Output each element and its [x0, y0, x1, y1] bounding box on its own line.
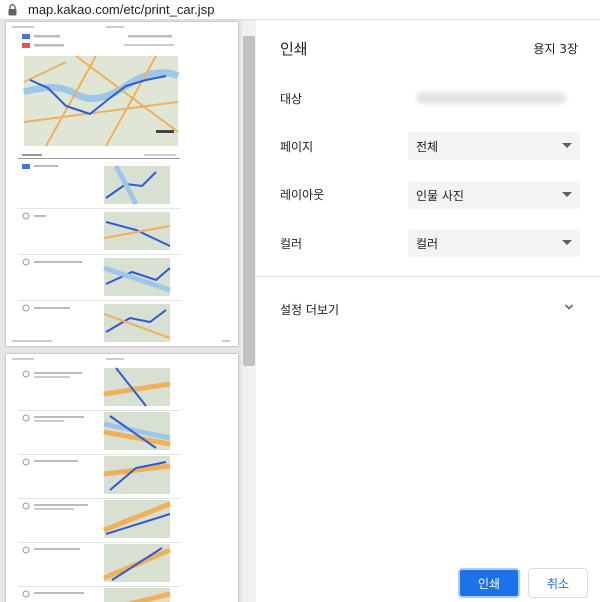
layout-label: 레이아웃 [280, 188, 325, 202]
more-settings-label[interactable]: 설정 더보기 [280, 301, 339, 318]
pages-value: 전체 [416, 140, 439, 154]
layout-select[interactable]: 인물 사진 [408, 181, 580, 209]
pages-select[interactable]: 전체 [408, 132, 580, 160]
cancel-button[interactable]: 취소 [528, 568, 588, 598]
sheet-count: 용지 3장 [533, 42, 578, 56]
page-2-content [12, 358, 180, 602]
page-1-content [12, 26, 230, 342]
expand-chevron-icon[interactable] [564, 302, 574, 312]
preview-page-2 [6, 354, 238, 602]
pages-label: 페이지 [280, 140, 314, 154]
lock-icon [8, 4, 17, 16]
color-select[interactable]: 컬러 [408, 229, 580, 257]
chevron-down-icon [562, 143, 572, 148]
print-button[interactable]: 인쇄 [458, 568, 520, 598]
print-preview[interactable] [0, 20, 256, 602]
chevron-down-icon [562, 192, 572, 197]
print-settings-panel: 인쇄 용지 3장 대상 페이지 전체 레이아웃 인물 사진 컬러 컬러 설정 더… [256, 20, 600, 602]
color-value: 컬러 [416, 237, 439, 251]
divider [256, 276, 600, 277]
chevron-down-icon [562, 240, 572, 245]
preview-page-1 [6, 22, 238, 346]
color-label: 컬러 [280, 237, 303, 251]
url-text[interactable]: map.kakao.com/etc/print_car.jsp [28, 2, 214, 17]
preview-scrollbar-thumb[interactable] [243, 36, 255, 366]
destination-value-blurred [416, 92, 566, 104]
address-bar: map.kakao.com/etc/print_car.jsp [0, 0, 600, 20]
destination-select[interactable] [408, 84, 580, 112]
destination-label: 대상 [280, 92, 303, 106]
layout-value: 인물 사진 [416, 189, 464, 203]
dialog-title: 인쇄 [280, 40, 308, 58]
